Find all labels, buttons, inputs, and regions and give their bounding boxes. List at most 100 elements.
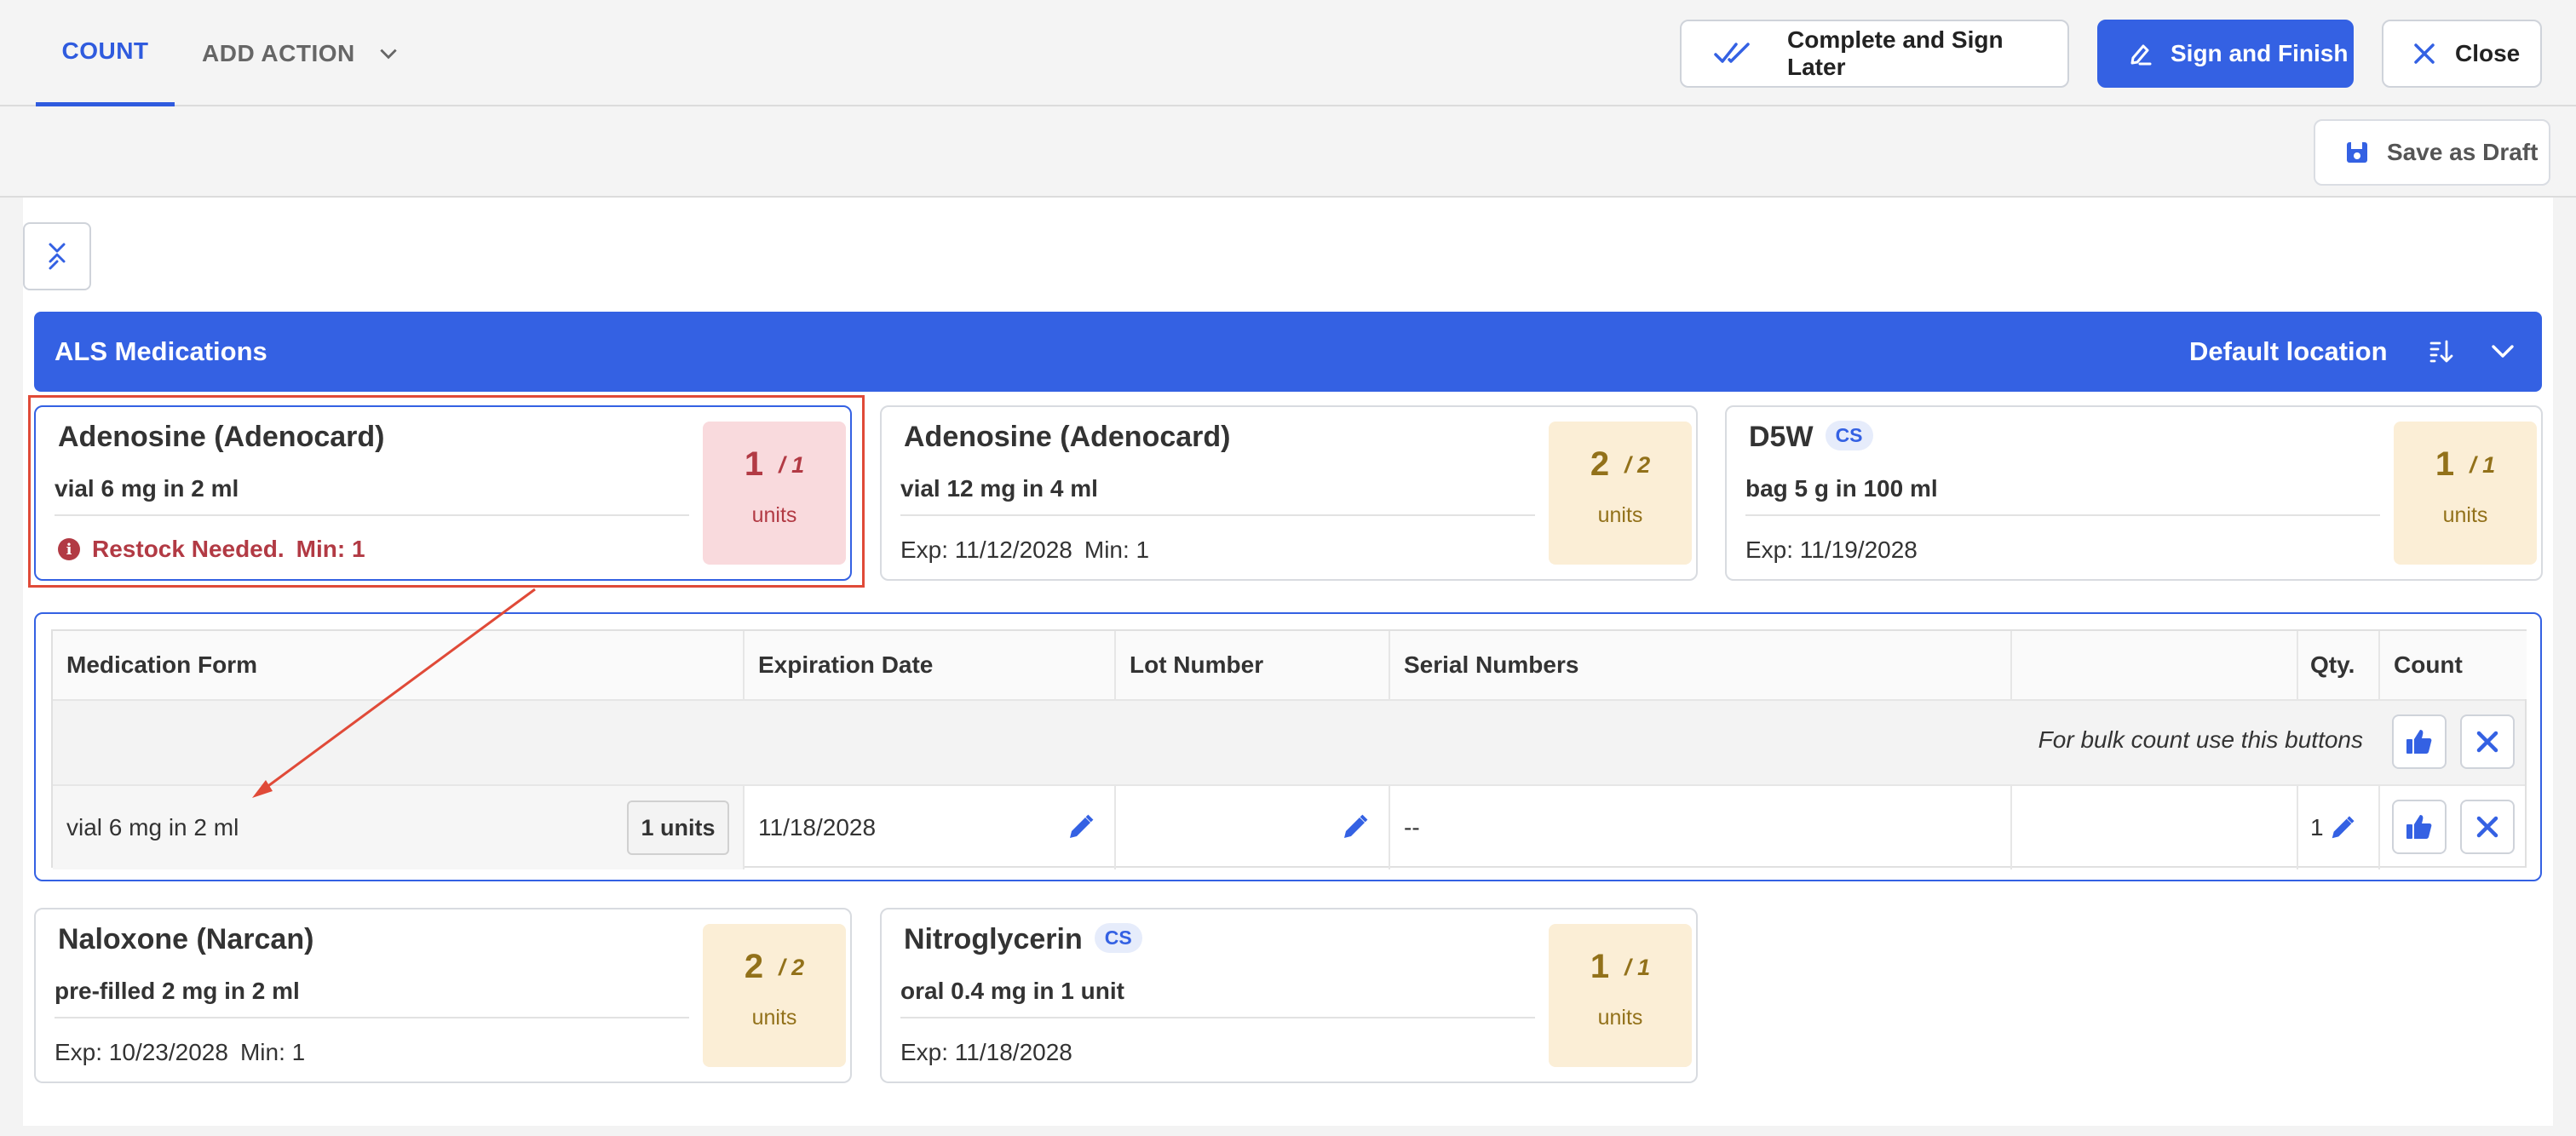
double-check-icon — [1714, 43, 1750, 63]
sort-icon[interactable] — [2428, 338, 2455, 365]
quantity-unit: units — [1597, 503, 1643, 527]
quantity-count: 1 — [744, 445, 764, 483]
cell-qty: 1 — [2298, 786, 2380, 869]
card-divider — [900, 1017, 1535, 1018]
quantity-box: 1 / 1 units — [703, 422, 846, 565]
cell-blank — [2012, 786, 2298, 869]
quantity-total: / 2 — [779, 955, 805, 980]
chevron-down-icon[interactable] — [2489, 338, 2516, 365]
medication-form: oral 0.4 mg in 1 unit — [900, 978, 1124, 1004]
card-divider — [1745, 514, 2380, 516]
info-icon: i — [58, 538, 80, 560]
card-meta: Exp: 11/19/2028 — [1745, 536, 1918, 564]
quantity-unit: units — [751, 503, 797, 527]
group-title: ALS Medications — [55, 336, 267, 366]
sign-and-finish-label: Sign and Finish — [2171, 40, 2349, 66]
min-text: Min: 1 — [296, 536, 365, 562]
group-location[interactable]: Default location — [2189, 336, 2388, 367]
card-divider — [55, 514, 689, 516]
quantity-total: / 1 — [2470, 452, 2496, 478]
medication-card[interactable]: Naloxone (Narcan) pre-filled 2 mg in 2 m… — [34, 908, 852, 1083]
pencil-icon[interactable] — [2329, 814, 2356, 841]
restock-warning: i Restock Needed. Min: 1 — [58, 536, 365, 563]
medication-form: vial 6 mg in 2 ml — [55, 475, 239, 502]
detail-table: Medication Form Expiration Date Lot Numb… — [51, 629, 2527, 869]
medication-name: Adenosine (Adenocard) — [58, 421, 385, 453]
col-qty: Qty. — [2298, 631, 2380, 699]
card-meta: Exp: 11/18/2028 — [900, 1039, 1072, 1066]
tab-add-action[interactable]: ADD ACTION — [202, 0, 400, 106]
bulk-confirm-button[interactable] — [2392, 714, 2447, 769]
col-medication-form: Medication Form — [53, 631, 745, 699]
card-divider — [900, 514, 1535, 516]
col-serial-numbers: Serial Numbers — [1390, 631, 2012, 699]
tab-count[interactable]: COUNT — [36, 0, 175, 106]
sign-and-finish-button[interactable]: Sign and Finish — [2097, 20, 2354, 88]
medication-form: pre-filled 2 mg in 2 ml — [55, 978, 300, 1004]
row-confirm-button[interactable] — [2392, 800, 2447, 854]
save-as-draft-button[interactable]: Save as Draft — [2314, 119, 2550, 186]
quantity-total: / 1 — [779, 452, 805, 478]
medication-detail-panel: Medication Form Expiration Date Lot Numb… — [34, 612, 2542, 881]
quantity-box: 2 / 2 units — [703, 924, 846, 1067]
cell-medication-form: vial 6 mg in 2 ml 1 units — [53, 786, 745, 869]
top-bar: COUNT ADD ACTION Complete and Sign Later… — [0, 0, 2576, 106]
close-label: Close — [2455, 40, 2521, 66]
medication-card[interactable]: D5W CS bag 5 g in 100 ml Exp: 11/19/2028 … — [1725, 405, 2543, 581]
bulk-count-hint: For bulk count use this buttons — [2038, 726, 2363, 753]
row-exp-text: 11/18/2028 — [758, 814, 877, 841]
pencil-icon[interactable] — [1341, 812, 1370, 841]
quantity-count: 1 — [1590, 948, 1610, 985]
collapse-all-button[interactable] — [23, 222, 91, 290]
cell-count — [2380, 786, 2527, 869]
thumbs-up-icon — [2406, 815, 2432, 839]
row-qty-text: 1 — [2310, 814, 2324, 841]
cell-lot-number — [1116, 786, 1390, 869]
quantity-box: 1 / 1 units — [2394, 422, 2537, 565]
min-text: Min: 1 — [1084, 536, 1150, 563]
close-icon — [2414, 43, 2435, 64]
expiration-text: Exp: 10/23/2028 — [55, 1039, 228, 1065]
chevron-down-icon — [380, 49, 397, 59]
bulk-count-row: For bulk count use this buttons — [53, 699, 2525, 784]
quantity-box: 1 / 1 units — [1549, 924, 1692, 1067]
quantity-count: 1 — [2435, 445, 2455, 483]
pencil-icon[interactable] — [1067, 812, 1095, 841]
main-panel: ALS Medications Default location Adenosi… — [23, 198, 2553, 1126]
quantity-count: 2 — [1590, 445, 1610, 483]
thumbs-up-icon — [2406, 730, 2432, 754]
card-meta: Exp: 11/12/2028 Min: 1 — [900, 536, 1149, 564]
card-meta: Exp: 10/23/2028 Min: 1 — [55, 1039, 305, 1066]
table-row: vial 6 mg in 2 ml 1 units 11/18/2028 -- … — [53, 784, 2527, 869]
cell-serial-numbers: -- — [1390, 786, 2012, 869]
quantity-unit: units — [751, 1006, 797, 1030]
expiration-text: Exp: 11/19/2028 — [1745, 536, 1918, 563]
col-lot-number: Lot Number — [1116, 631, 1390, 699]
expiration-text: Exp: 11/12/2028 — [900, 536, 1072, 563]
quantity-unit: units — [2442, 503, 2488, 527]
medication-name: Adenosine (Adenocard) — [904, 421, 1231, 453]
quantity-total: / 1 — [1624, 955, 1651, 980]
medication-card[interactable]: Nitroglycerin CS oral 0.4 mg in 1 unit Ex… — [880, 908, 1698, 1083]
complete-sign-later-button[interactable]: Complete and Sign Later — [1680, 20, 2069, 88]
sub-bar: Save as Draft — [0, 106, 2576, 198]
medication-name: Naloxone (Narcan) — [58, 923, 314, 955]
medication-card[interactable]: Adenosine (Adenocard) vial 6 mg in 2 ml … — [34, 405, 852, 581]
quantity-count: 2 — [744, 948, 764, 985]
medication-card[interactable]: Adenosine (Adenocard) vial 12 mg in 4 ml… — [880, 405, 1698, 581]
row-form-text: vial 6 mg in 2 ml — [66, 814, 239, 841]
bulk-reject-button[interactable] — [2460, 714, 2515, 769]
group-header[interactable]: ALS Medications Default location — [34, 312, 2542, 392]
tab-add-action-label: ADD ACTION — [202, 39, 355, 66]
row-reject-button[interactable] — [2460, 800, 2515, 854]
close-button[interactable]: Close — [2382, 20, 2542, 88]
cs-badge: CS — [1825, 421, 1873, 450]
save-icon — [2347, 142, 2367, 163]
col-expiration-date: Expiration Date — [745, 631, 1116, 699]
medication-form: vial 12 mg in 4 ml — [900, 475, 1098, 502]
units-pill: 1 units — [627, 800, 729, 855]
medication-name-text: D5W — [1749, 421, 1814, 453]
col-blank — [2012, 631, 2298, 699]
complete-sign-later-label: Complete and Sign Later — [1787, 26, 2004, 80]
min-text: Min: 1 — [239, 1039, 306, 1065]
